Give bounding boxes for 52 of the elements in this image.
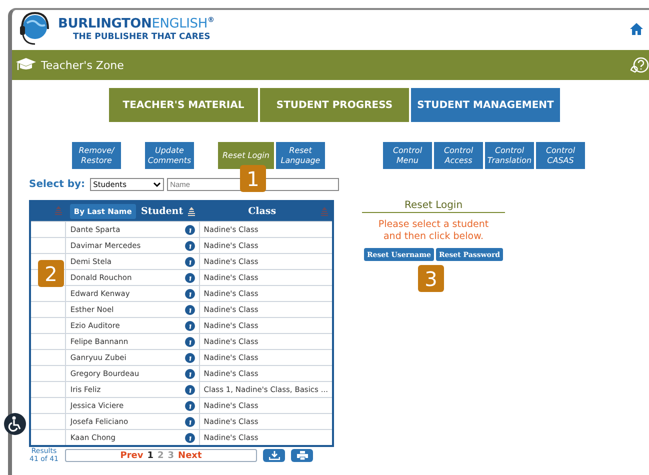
next-link[interactable]: Next	[178, 450, 202, 461]
info-icon[interactable]	[184, 240, 195, 250]
caret-icon	[153, 182, 162, 188]
select-by-label: Select by:	[29, 179, 86, 190]
info-icon[interactable]	[184, 288, 195, 298]
sort-icon[interactable]	[188, 207, 196, 216]
prev-link[interactable]: Prev	[120, 450, 144, 461]
action-button[interactable]: Control Menu	[383, 142, 432, 169]
info-icon[interactable]	[184, 272, 195, 282]
info-icon[interactable]	[184, 304, 195, 314]
action-button[interactable]: Reset Language	[276, 142, 325, 169]
callout-badge: 2	[38, 260, 64, 287]
globe-headset-logo	[18, 11, 52, 47]
info-icon[interactable]	[184, 432, 195, 442]
download-icon	[268, 451, 280, 460]
action-button[interactable]: Update Comments	[145, 142, 194, 169]
info-icon[interactable]	[184, 384, 195, 394]
nav-tab[interactable]: STUDENT PROGRESS	[260, 88, 409, 122]
action-button[interactable]: Control Access	[434, 142, 483, 169]
nav-tab[interactable]: TEACHER'S MATERIAL	[109, 88, 258, 122]
action-button[interactable]: Remove/ Restore	[72, 142, 121, 169]
graduation-cap-icon	[16, 57, 36, 73]
panel-title: Reset Login	[362, 200, 505, 213]
info-icon[interactable]	[184, 256, 195, 266]
column-header: Student	[140, 206, 184, 217]
page-link[interactable]: 3	[168, 450, 174, 461]
info-icon[interactable]	[184, 320, 195, 330]
info-icon[interactable]	[184, 336, 195, 346]
info-icon[interactable]	[184, 224, 195, 234]
help-icon[interactable]	[629, 56, 649, 74]
download-button[interactable]	[263, 449, 285, 462]
page-link[interactable]: 2	[158, 450, 164, 461]
page-link[interactable]: 1	[147, 450, 154, 461]
info-icon[interactable]	[184, 352, 195, 362]
print-button[interactable]	[291, 449, 313, 462]
action-button[interactable]: Reset Login	[218, 142, 274, 169]
brand-name: BURLINGTONENGLISH$^{®}$	[58, 16, 214, 32]
callout-badge: 3	[418, 265, 444, 292]
info-icon[interactable]	[184, 416, 195, 426]
printer-icon	[296, 451, 308, 460]
callout-badge: 1	[240, 165, 266, 192]
accessibility-icon[interactable]	[4, 413, 26, 435]
info-icon[interactable]	[184, 400, 195, 410]
column-header: Class	[248, 206, 276, 217]
info-icon[interactable]	[184, 368, 195, 378]
action-button[interactable]: Control CASAS	[536, 142, 585, 169]
nav-tab[interactable]: STUDENT MANAGEMENT	[411, 88, 560, 122]
zone-title: Teacher's Zone	[41, 58, 124, 72]
home-icon[interactable]	[630, 23, 643, 35]
action-button[interactable]: Control Translation	[485, 142, 534, 169]
brand-tagline: THE PUBLISHER THAT CARES	[73, 32, 212, 42]
instruction-text: Please select a student and then click below.	[377, 219, 490, 244]
